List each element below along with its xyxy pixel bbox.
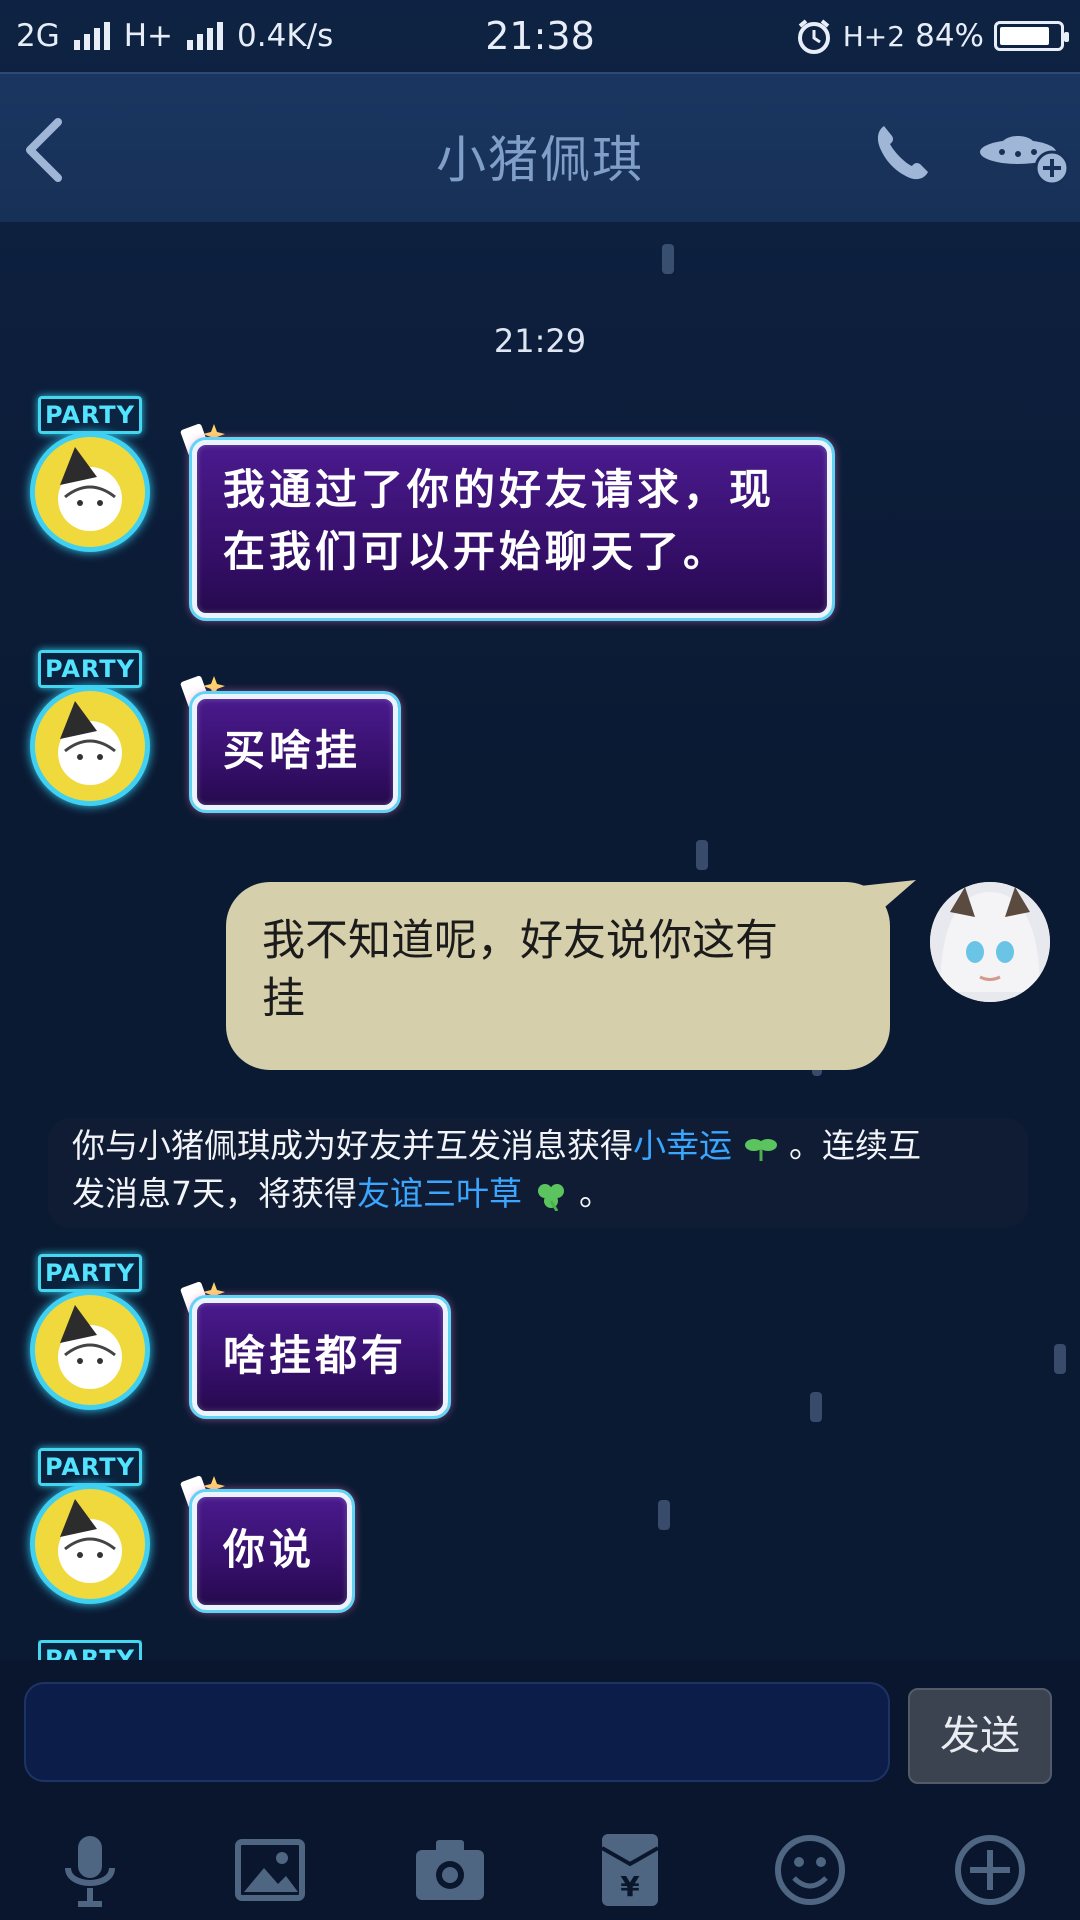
send-button[interactable]: 发送: [908, 1688, 1052, 1784]
ufo-add-icon[interactable]: [978, 118, 1070, 188]
little-luck-link[interactable]: 小幸运: [633, 1126, 732, 1165]
network-label: H+2: [842, 19, 906, 53]
party-badge: PARTY: [38, 1254, 142, 1292]
avatar: [30, 686, 150, 806]
message-text: 你说: [223, 1525, 316, 1574]
party-badge: PARTY: [38, 1448, 142, 1486]
contact-avatar[interactable]: PARTY: [26, 1448, 156, 1618]
chat-timestamp: 21:29: [493, 322, 587, 360]
background-sparkle: [658, 1500, 670, 1530]
message-bubble-received[interactable]: 我通过了你的好友请求，现 在我们可以开始聊天了。: [192, 440, 832, 618]
network-label: H+: [123, 18, 174, 54]
message-bubble-received[interactable]: 啥挂都有: [192, 1298, 448, 1416]
avatar: [30, 432, 150, 552]
input-bar: 发送 ¥: [0, 1660, 1080, 1920]
party-badge: PARTY: [38, 650, 142, 688]
camera-icon[interactable]: [410, 1830, 490, 1910]
contact-avatar[interactable]: PARTY: [26, 650, 156, 820]
friendship-clover-link[interactable]: 友谊三叶草: [357, 1174, 522, 1213]
red-packet-icon[interactable]: ¥: [590, 1830, 670, 1910]
background-sparkle: [1054, 1344, 1066, 1374]
system-text: 你与小猪佩琪成为好友并互发消息获得: [72, 1126, 633, 1165]
signal-icon: [187, 22, 224, 50]
bubble-tail: [860, 880, 916, 920]
toolbar: ¥: [0, 1810, 1080, 1910]
status-bar: 2G H+ 0.4K/s 21:38 H+2 84%: [0, 0, 1080, 72]
plus-icon[interactable]: [950, 1830, 1030, 1910]
message-bubble-sent[interactable]: 我不知道呢，好友说你这有 挂: [226, 882, 890, 1070]
signal-icon: [73, 22, 110, 50]
message-text: 我不知道呢，好友说你这有: [262, 916, 778, 966]
network-label: 2G: [16, 18, 60, 54]
clock: 21:38: [485, 14, 595, 58]
background-sparkle: [696, 840, 708, 870]
system-text: 。: [579, 1174, 612, 1213]
sprout-icon: [744, 1138, 777, 1161]
clover-icon: [537, 1183, 564, 1211]
background-sparkle: [810, 1392, 822, 1422]
message-text: 在我们可以开始聊天了。: [223, 527, 730, 576]
contact-avatar-partial: PARTY: [38, 1640, 142, 1660]
system-text: 。连续互: [789, 1126, 921, 1165]
image-icon[interactable]: [230, 1830, 310, 1910]
phone-icon[interactable]: [870, 120, 934, 184]
message-text: 买啥挂: [223, 726, 362, 775]
message-bubble-received[interactable]: 买啥挂: [192, 694, 398, 810]
message-text: 啥挂都有: [223, 1331, 408, 1380]
emoji-icon[interactable]: [770, 1830, 850, 1910]
microphone-icon[interactable]: [50, 1830, 130, 1910]
battery-icon: [994, 21, 1069, 51]
background-sparkle: [662, 244, 674, 274]
party-badge: PARTY: [38, 1640, 142, 1660]
chat-header: 小猪佩琪: [0, 72, 1080, 222]
battery-percent: 84%: [915, 18, 984, 54]
message-input[interactable]: [24, 1682, 890, 1782]
contact-avatar[interactable]: PARTY: [26, 1254, 156, 1424]
message-bubble-received[interactable]: 你说: [192, 1492, 352, 1610]
avatar: [30, 1290, 150, 1410]
alarm-icon: [797, 19, 830, 54]
message-text: 我通过了你的好友请求，现: [223, 465, 776, 514]
party-badge: PARTY: [38, 396, 142, 434]
svg-text:¥: ¥: [620, 1870, 640, 1903]
network-speed: 0.4K/s: [237, 18, 334, 54]
contact-avatar[interactable]: PARTY: [26, 396, 156, 566]
chat-screen: 2G H+ 0.4K/s 21:38 H+2 84% 小猪佩琪 21:29 PA…: [0, 0, 1080, 1920]
system-notice: 你与小猪佩琪成为好友并互发消息获得小幸运 。连续互 发消息7天，将获得友谊三叶草…: [48, 1118, 1028, 1228]
message-text: 挂: [262, 974, 305, 1024]
avatar: [30, 1484, 150, 1604]
system-text: 发消息7天，将获得: [72, 1174, 357, 1213]
my-avatar[interactable]: [930, 882, 1050, 1002]
